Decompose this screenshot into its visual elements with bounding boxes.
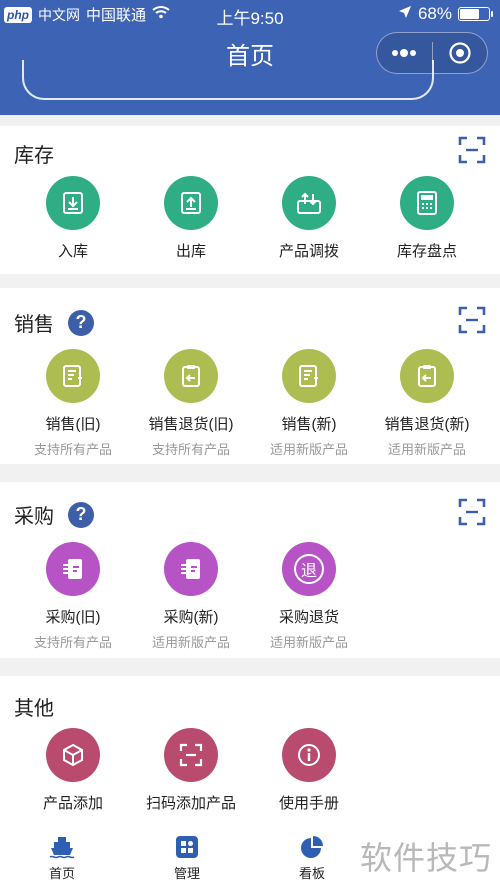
sales-old-button[interactable]: 销售(旧) 支持所有产品 <box>14 349 132 458</box>
sales-new-button[interactable]: 销售(新) 适用新版产品 <box>250 349 368 458</box>
tab-home-label: 首页 <box>48 866 75 881</box>
sales-section: 销售 ? 销售(旧) 支持所有产品 销售退货(旧) 支持所有产品 销售(新) 适… <box>0 288 500 464</box>
stock-out-label: 出库 <box>175 243 206 260</box>
purchase-old-label: 采购(旧) <box>45 609 101 626</box>
sales-new-label: 销售(新) <box>281 416 337 433</box>
tab-dashboard-label: 看板 <box>298 866 325 881</box>
purchase-new-icon <box>164 542 218 596</box>
scan-icon[interactable] <box>458 498 486 526</box>
transfer-button[interactable]: 产品调拨 <box>250 176 368 261</box>
scan-icon[interactable] <box>458 306 486 334</box>
sales-return-old-icon <box>164 349 218 403</box>
purchase-old-icon <box>46 542 100 596</box>
sales-old-label: 销售(旧) <box>45 416 101 433</box>
purchase-return-label: 采购退货 <box>278 609 339 626</box>
status-right: 68% <box>398 4 493 24</box>
purchase-title-text: 采购 <box>14 506 54 528</box>
search-box[interactable] <box>22 60 434 100</box>
sales-return-new-icon <box>400 349 454 403</box>
product-add-button[interactable]: 产品添加 <box>14 728 132 813</box>
inventory-title-text: 库存 <box>14 145 54 167</box>
stock-in-button[interactable]: 入库 <box>14 176 132 261</box>
sales-return-old-label: 销售退货(旧) <box>148 416 234 433</box>
help-icon[interactable]: ? <box>68 309 94 336</box>
inventory-section: 库存 入库 出库 产品调拨 库存盘点 <box>0 126 500 274</box>
tab-manage[interactable]: 管理 <box>147 835 227 882</box>
pie-chart-icon <box>299 835 325 859</box>
close-button[interactable] <box>433 33 488 73</box>
other-title-text: 其他 <box>14 698 54 720</box>
purchase-return-icon: 退 <box>282 542 336 596</box>
purchase-new-label: 采购(新) <box>163 609 219 626</box>
transfer-label: 产品调拨 <box>278 243 339 260</box>
stocktake-icon <box>400 176 454 230</box>
close-target-icon <box>449 42 471 64</box>
other-title: 其他 <box>14 692 54 721</box>
stocktake-label: 库存盘点 <box>396 243 457 260</box>
more-dots-icon <box>392 49 417 57</box>
transfer-icon <box>282 176 336 230</box>
sales-title-text: 销售 <box>14 314 54 336</box>
purchase-new-sub: 适用新版产品 <box>151 635 230 650</box>
battery-icon <box>458 7 493 21</box>
app-header: php 中文网 中国联通 上午9:50 68% 首页 <box>0 0 500 115</box>
ship-icon <box>49 835 75 859</box>
other-section: 其他 产品添加 扫码添加产品 使用手册 <box>0 676 500 827</box>
sales-new-icon <box>282 349 336 403</box>
sales-title: 销售 ? <box>14 308 94 337</box>
product-add-icon <box>46 728 100 782</box>
product-add-label: 产品添加 <box>42 795 103 812</box>
stock-out-icon <box>164 176 218 230</box>
sales-old-sub: 支持所有产品 <box>33 442 112 457</box>
sales-return-new-button[interactable]: 销售退货(新) 适用新版产品 <box>368 349 486 458</box>
stock-in-label: 入库 <box>57 243 88 260</box>
watermark: 软件技巧 <box>359 840 492 876</box>
purchase-return-button[interactable]: 退 采购退货 适用新版产品 <box>250 542 368 651</box>
purchase-title: 采购 ? <box>14 500 94 529</box>
stocktake-button[interactable]: 库存盘点 <box>368 176 486 261</box>
manual-label: 使用手册 <box>278 795 339 812</box>
scan-add-label: 扫码添加产品 <box>145 795 236 812</box>
sales-return-new-sub: 适用新版产品 <box>387 442 466 457</box>
tab-manage-label: 管理 <box>173 866 200 881</box>
sales-return-new-label: 销售退货(新) <box>384 416 470 433</box>
scan-add-icon <box>164 728 218 782</box>
stock-in-icon <box>46 176 100 230</box>
purchase-return-sub: 适用新版产品 <box>269 635 348 650</box>
status-bar: php 中文网 中国联通 上午9:50 68% <box>0 0 500 28</box>
purchase-section: 采购 ? 采购(旧) 支持所有产品 采购(新) 适用新版产品 退 采购退货 适用… <box>0 482 500 658</box>
purchase-old-button[interactable]: 采购(旧) 支持所有产品 <box>14 542 132 651</box>
battery-level <box>460 9 480 19</box>
manual-icon <box>282 728 336 782</box>
scan-icon[interactable] <box>458 136 486 164</box>
purchase-old-sub: 支持所有产品 <box>33 635 112 650</box>
manual-button[interactable]: 使用手册 <box>250 728 368 813</box>
sales-new-sub: 适用新版产品 <box>269 442 348 457</box>
grid-icon <box>174 835 200 859</box>
sales-return-old-button[interactable]: 销售退货(旧) 支持所有产品 <box>132 349 250 458</box>
battery-percent: 68% <box>417 4 452 23</box>
location-icon <box>398 4 412 24</box>
tab-dashboard[interactable]: 看板 <box>272 835 352 882</box>
stock-out-button[interactable]: 出库 <box>132 176 250 261</box>
help-icon[interactable]: ? <box>68 501 94 528</box>
sales-old-icon <box>46 349 100 403</box>
scan-add-button[interactable]: 扫码添加产品 <box>132 728 250 813</box>
tab-home[interactable]: 首页 <box>22 835 102 882</box>
return-glyph: 退 <box>294 554 324 584</box>
inventory-title: 库存 <box>14 139 54 168</box>
purchase-new-button[interactable]: 采购(新) 适用新版产品 <box>132 542 250 651</box>
sales-return-old-sub: 支持所有产品 <box>151 442 230 457</box>
